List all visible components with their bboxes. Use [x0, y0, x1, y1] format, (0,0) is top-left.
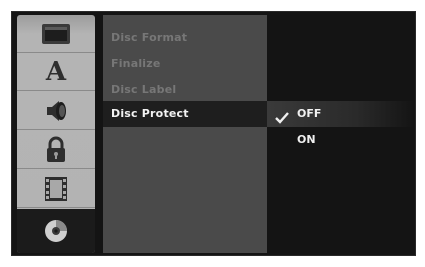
menu-item-finalize[interactable]: Finalize	[103, 51, 267, 77]
menu-item-disc-format[interactable]: Disc Format	[103, 25, 267, 51]
sidebar-item-display[interactable]	[17, 15, 95, 53]
setup-category-sidebar: A	[17, 15, 95, 253]
sidebar-item-recording[interactable]	[17, 170, 95, 208]
sidebar-item-audio[interactable]	[17, 92, 95, 130]
menu-item-disc-label[interactable]: Disc Label	[103, 77, 267, 103]
disc-menu-panel: Disc Format Finalize Disc Label Disc Pro…	[103, 15, 267, 253]
option-off-label: OFF	[297, 107, 322, 120]
sidebar-item-disc[interactable]	[17, 209, 95, 253]
disc-protect-options: OFF ON	[267, 15, 415, 253]
option-off[interactable]: OFF	[267, 101, 415, 127]
option-on-label: ON	[297, 133, 316, 146]
osd-setup-screen: A Disc Format Finalize Disc Label Disc P…	[11, 11, 416, 256]
padlock-icon	[43, 136, 69, 164]
tv-screen-icon	[41, 23, 71, 45]
sidebar-item-lock[interactable]	[17, 131, 95, 169]
film-strip-icon	[42, 175, 70, 203]
speaker-audio-icon	[41, 98, 71, 124]
disc-icon	[42, 217, 70, 245]
sidebar-item-language[interactable]: A	[17, 53, 95, 91]
menu-item-disc-protect[interactable]: Disc Protect	[103, 101, 267, 127]
language-letter-icon: A	[45, 56, 67, 87]
option-on[interactable]: ON	[267, 127, 415, 153]
